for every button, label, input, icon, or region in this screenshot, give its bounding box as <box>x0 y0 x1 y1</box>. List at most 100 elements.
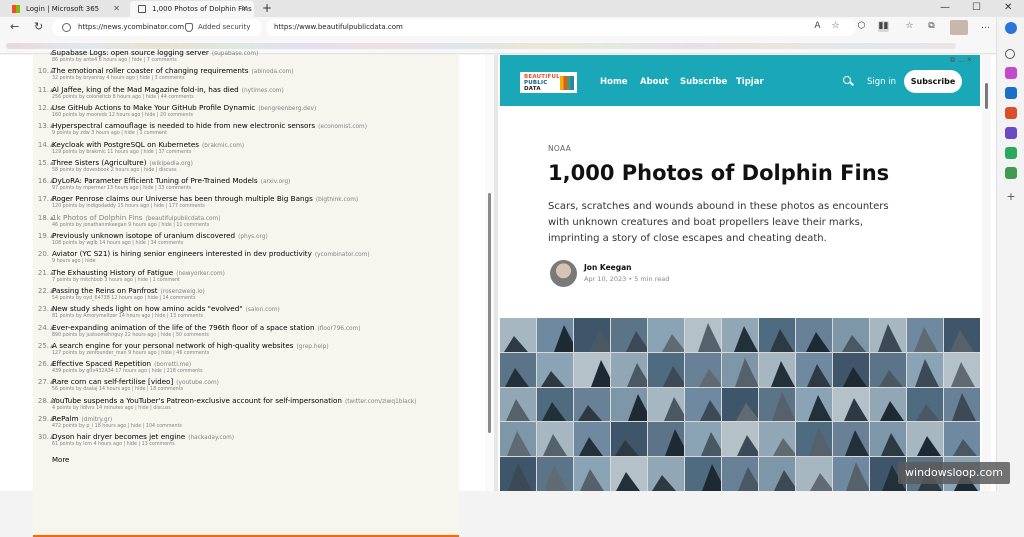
tab-dolphin-fins[interactable]: 1,000 Photos of Dolphin Fins ✕ <box>130 1 254 17</box>
story-title[interactable]: Al Jaffee, king of the Mad Magazine fold… <box>52 85 284 94</box>
story-site[interactable]: (youtube.com) <box>176 380 219 386</box>
story-title-text[interactable]: Ever-expanding animation of the life of … <box>52 323 315 332</box>
story-title[interactable]: Roger Penrose claims our Universe has be… <box>52 194 358 203</box>
office-icon[interactable] <box>1005 127 1017 139</box>
story-title-text[interactable]: 1k Photos of Dolphin Fins <box>52 213 143 222</box>
favorites-icon[interactable]: ☆ <box>904 21 915 32</box>
story-title[interactable]: DyLoRA: Parameter Efficient Tuning of Pr… <box>52 176 290 185</box>
author-name[interactable]: Jon Keegan <box>584 263 632 272</box>
story-title-text[interactable]: Use GitHub Actions to Make Your GitHub P… <box>52 103 255 112</box>
story-site[interactable]: (grep.help) <box>297 344 329 350</box>
story-title-text[interactable]: Roger Penrose claims our Universe has be… <box>52 194 313 203</box>
more-link[interactable]: More <box>52 456 69 464</box>
scroll-thumb[interactable] <box>985 83 988 109</box>
left-scrollbar[interactable] <box>485 55 494 491</box>
story-site[interactable]: (salon.com) <box>246 307 280 313</box>
story-title[interactable]: Passing the Reins on Panfrost (rosenzweig… <box>52 286 205 295</box>
office-icon[interactable] <box>1005 107 1017 119</box>
nav-subscribe[interactable]: Subscribe <box>680 77 727 87</box>
story-title[interactable]: Aviator (YC S21) is hiring senior engine… <box>52 249 370 258</box>
split-screen-controls[interactable]: ⧉ … ✕ <box>950 56 972 65</box>
close-icon[interactable]: ✕ <box>113 1 120 17</box>
story-title-text[interactable]: New study sheds light on how amino acids… <box>52 304 243 313</box>
favorite-star-icon[interactable]: ☆ <box>830 21 841 32</box>
story-title-text[interactable]: Effective Spaced Repetition <box>52 359 151 368</box>
story-site[interactable]: (nytimes.com) <box>242 88 284 94</box>
story-title-text[interactable]: Previously unknown isotope of uranium di… <box>52 231 235 240</box>
profile-avatar[interactable] <box>950 20 968 35</box>
story-title[interactable]: Ever-expanding animation of the life of … <box>52 323 360 332</box>
story-site[interactable]: (arxiv.org) <box>261 179 291 185</box>
story-title-text[interactable]: Rare corn can self-fertilise [video] <box>52 377 173 386</box>
article-kicker[interactable]: NOAA <box>548 144 571 153</box>
minimize-button[interactable]: — <box>940 0 950 16</box>
story-title[interactable]: YouTube suspends a YouTuber's Patreon-ex… <box>52 396 416 405</box>
add-icon[interactable]: + <box>1005 191 1017 203</box>
read-aloud-icon[interactable]: A <box>812 21 823 32</box>
story-title[interactable]: Three Sisters (Agriculture) (wikipedia.or… <box>52 158 193 167</box>
story-title[interactable]: New study sheds light on how amino acids… <box>52 304 280 313</box>
story-site[interactable]: (twitter.com/ziwq1black) <box>345 399 416 405</box>
story-title-text[interactable]: YouTube suspends a YouTuber's Patreon-ex… <box>52 396 342 405</box>
story-site[interactable]: (supabase.com) <box>212 51 259 57</box>
story-site[interactable]: (brakmic.com) <box>202 143 244 149</box>
story-title[interactable]: Effective Spaced Repetition (borretti.me) <box>52 359 191 368</box>
story-title-text[interactable]: DyLoRA: Parameter Efficient Tuning of Pr… <box>52 176 258 185</box>
more-menu-icon[interactable]: … <box>980 21 991 32</box>
story-title-text[interactable]: Passing the Reins on Panfrost <box>52 286 158 295</box>
story-site[interactable]: (wikipedia.org) <box>150 161 193 167</box>
games-icon[interactable] <box>1005 147 1017 159</box>
right-address-bar[interactable]: https://www.beautifulpublicdata.com <box>266 19 856 36</box>
story-title[interactable]: Previously unknown isotope of uranium di… <box>52 231 268 240</box>
story-site[interactable]: (abinoda.com) <box>252 69 294 75</box>
story-title[interactable]: RePalm (dmitry.gr) <box>52 414 112 423</box>
split-screen-icon[interactable]: ▮▮ <box>878 21 889 32</box>
close-window-button[interactable]: ✕ <box>1004 0 1012 16</box>
refresh-icon[interactable]: ↻ <box>34 20 43 34</box>
maximize-button[interactable]: ☐ <box>972 0 981 16</box>
nav-about[interactable]: About <box>640 77 669 87</box>
story-site[interactable]: (bengreenberg.dev) <box>258 106 316 112</box>
bing-icon[interactable] <box>1005 22 1017 34</box>
nav-tipjar[interactable]: Tipjar <box>736 77 764 87</box>
story-site[interactable]: (dmitry.gr) <box>82 417 113 423</box>
story-title-text[interactable]: Aviator (YC S21) is hiring senior engine… <box>52 249 312 258</box>
site-logo[interactable]: BEAUTIFUL PUBLIC DATA <box>520 72 577 93</box>
story-title-text[interactable]: Keycloak with PostgreSQL on Kubernetes <box>52 140 199 149</box>
signin-link[interactable]: Sign in <box>867 77 896 87</box>
story-title-text[interactable]: Al Jaffee, king of the Mad Magazine fold… <box>52 85 239 94</box>
left-address-bar[interactable]: https://news.ycombinator.com Added secur… <box>52 19 262 36</box>
story-site[interactable]: (economist.com) <box>318 124 367 130</box>
story-site[interactable]: (phys.org) <box>238 234 268 240</box>
story-title-text[interactable]: Supabase Logs: open source logging serve… <box>52 48 209 57</box>
story-title[interactable]: Supabase Logs: open source logging serve… <box>52 48 258 57</box>
story-site[interactable]: (hackaday.com) <box>188 435 234 441</box>
story-title-text[interactable]: The Exhausting History of Fatigue <box>52 268 173 277</box>
story-title-text[interactable]: Three Sisters (Agriculture) <box>52 158 147 167</box>
story-title[interactable]: A search engine for your personal networ… <box>52 341 329 350</box>
tree-icon[interactable] <box>1005 167 1017 179</box>
shopping-icon[interactable] <box>1005 67 1017 79</box>
story-title-text[interactable]: RePalm <box>52 414 79 423</box>
story-site[interactable]: (floor796.com) <box>318 326 361 332</box>
story-title-text[interactable]: A search engine for your personal networ… <box>52 341 294 350</box>
scroll-thumb[interactable] <box>488 193 491 433</box>
story-site[interactable]: (borretti.me) <box>154 362 191 368</box>
story-title[interactable]: The emotional roller coaster of changing… <box>52 66 294 75</box>
close-icon[interactable]: ✕ <box>241 1 248 17</box>
story-title[interactable]: Hyperspectral camouflage is needed to hi… <box>52 121 367 130</box>
story-site[interactable]: (beautifulpublicdata.com) <box>146 216 221 222</box>
story-title[interactable]: The Exhausting History of Fatigue (newyor… <box>52 268 225 277</box>
nav-home[interactable]: Home <box>600 77 628 87</box>
author-avatar[interactable] <box>550 260 577 287</box>
story-site[interactable]: (ycombinator.com) <box>315 252 370 258</box>
story-title-text[interactable]: The emotional roller coaster of changing… <box>52 66 249 75</box>
story-title-text[interactable]: Hyperspectral camouflage is needed to hi… <box>52 121 315 130</box>
story-title[interactable]: 1k Photos of Dolphin Fins (beautifulpubli… <box>52 213 221 222</box>
story-site[interactable]: (bigthink.com) <box>316 197 358 203</box>
story-title[interactable]: Keycloak with PostgreSQL on Kubernetes (b… <box>52 140 244 149</box>
subscribe-button[interactable]: Subscribe <box>904 70 962 93</box>
story-title[interactable]: Use GitHub Actions to Make Your GitHub P… <box>52 103 316 112</box>
right-scrollbar[interactable] <box>982 55 991 491</box>
new-tab-button[interactable]: + <box>262 0 272 16</box>
